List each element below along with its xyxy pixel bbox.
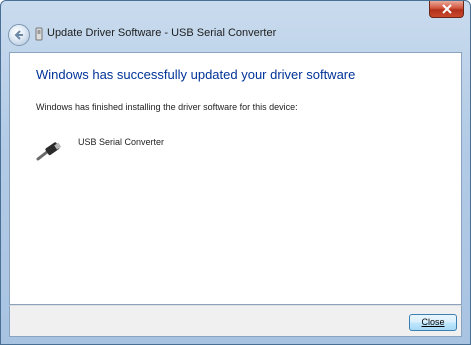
dialog-window: Update Driver Software - USB Serial Conv… (0, 0, 471, 345)
window-title: Update Driver Software - USB Serial Conv… (47, 27, 277, 39)
close-button-label: Close (421, 317, 445, 327)
back-arrow-icon (14, 30, 23, 40)
close-button[interactable]: Close (409, 314, 457, 331)
status-message: Windows has finished installing the driv… (36, 102, 298, 112)
title-bar: Update Driver Software - USB Serial Conv… (1, 1, 470, 51)
device-small-icon (35, 27, 43, 41)
device-name: USB Serial Converter (78, 137, 165, 147)
dialog-footer: Close (9, 305, 462, 337)
usb-connector-icon (36, 142, 62, 161)
back-button[interactable] (8, 24, 30, 46)
page-heading: Windows has successfully updated your dr… (36, 67, 356, 82)
window-close-button[interactable] (429, 1, 464, 18)
content-panel: Windows has successfully updated your dr… (9, 52, 462, 305)
close-icon (442, 4, 452, 14)
